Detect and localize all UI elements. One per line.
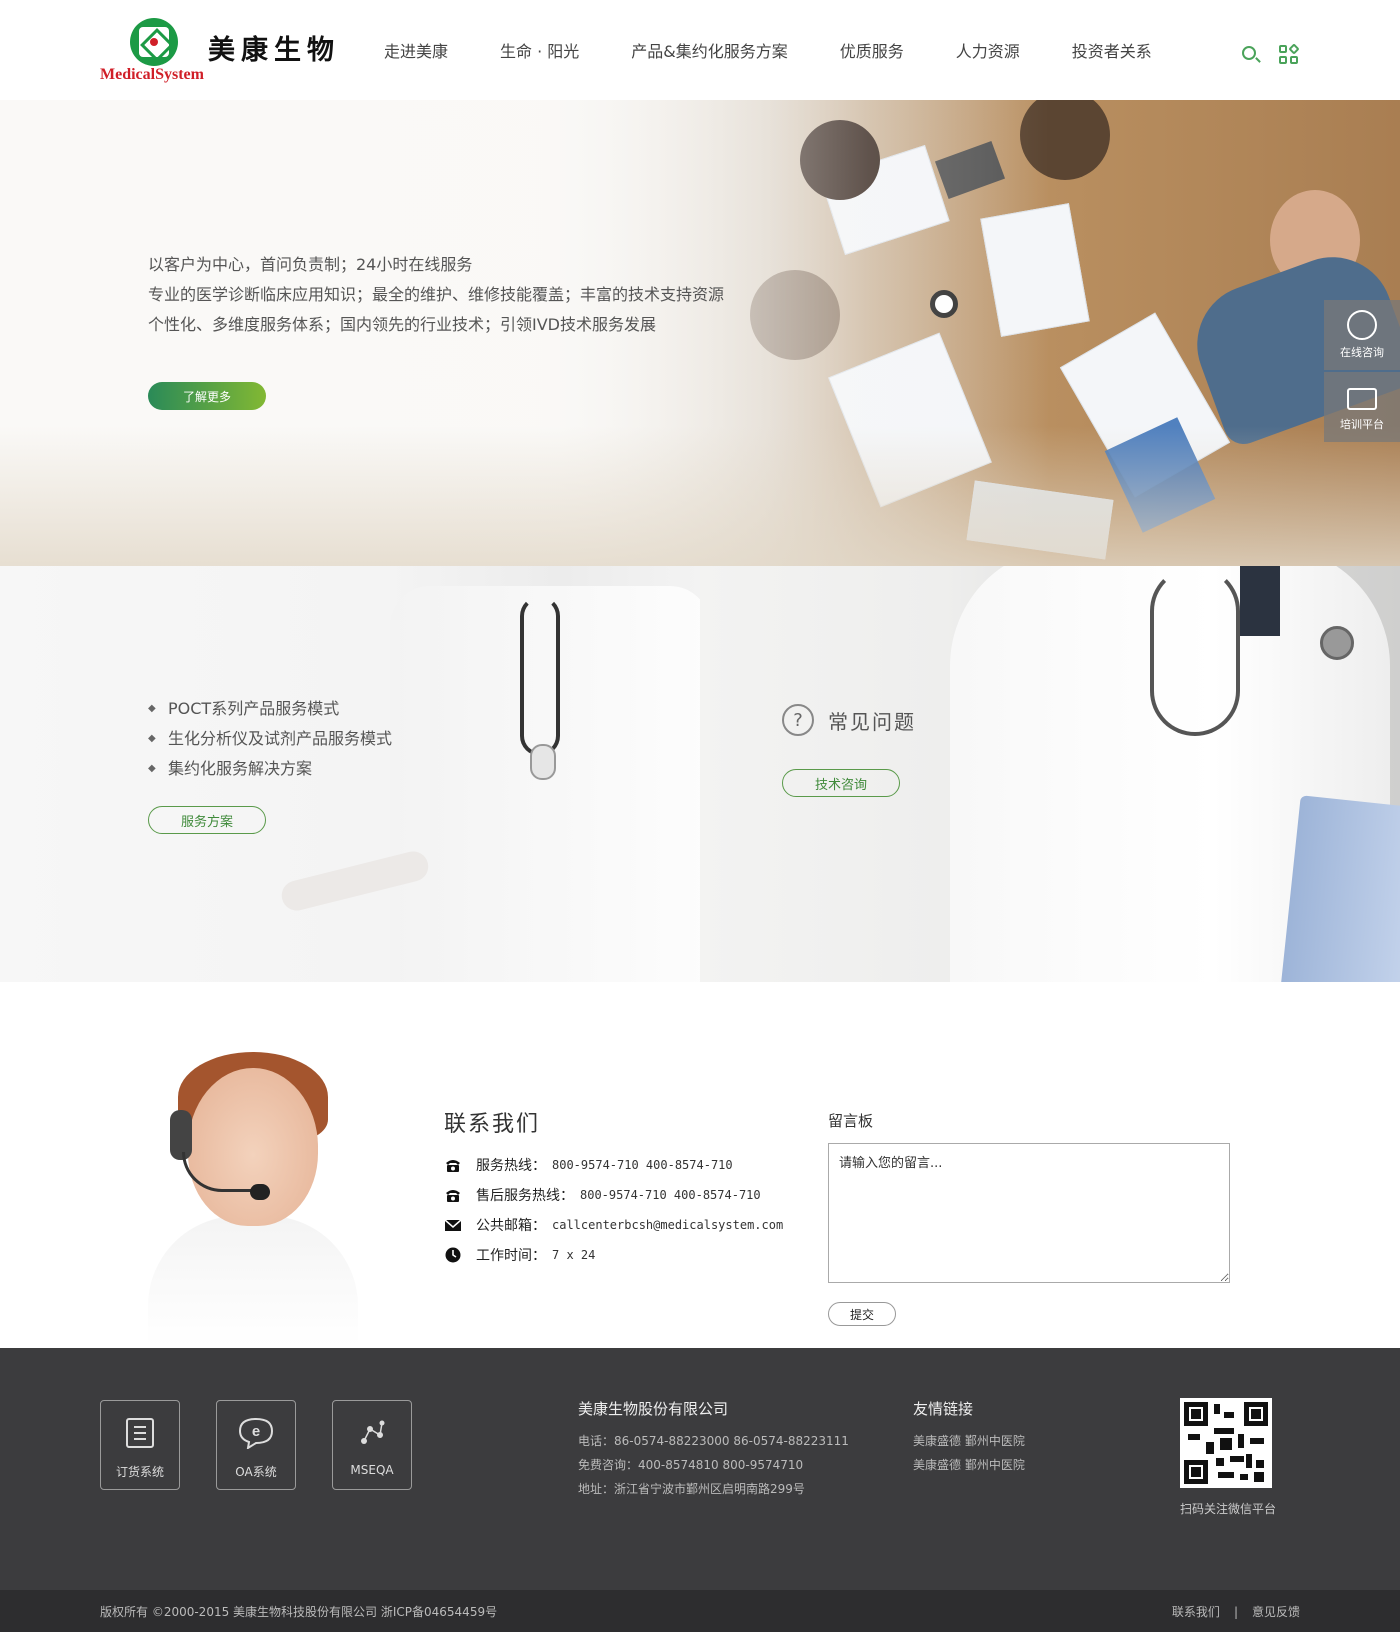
list-item[interactable]: 生化分析仪及试剂产品服务模式 [148, 724, 392, 754]
order-system-button[interactable]: 订货系统 [100, 1400, 180, 1490]
training-platform-label: 培训平台 [1340, 418, 1384, 431]
contact-row: 售后服务热线： 800-9574-710 400-8574-710 [444, 1180, 783, 1210]
learn-more-button[interactable]: 了解更多 [148, 382, 266, 410]
nav-item-products[interactable]: 产品&集约化服务方案 [631, 38, 787, 64]
site-footer: 订货系统 e OA系统 MSEQA 美康生物股份有限公司 电话：86-0574-… [0, 1348, 1400, 1590]
service-panels: POCT系列产品服务模式 生化分析仪及试剂产品服务模式 集约化服务解决方案 服务… [0, 566, 1400, 982]
message-board-title: 留言板 [828, 1112, 874, 1130]
feedback-link[interactable]: 意见反馈 [1252, 1605, 1300, 1619]
friend-links-title: 友情链接 [913, 1400, 974, 1418]
hero-text: 以客户为中心，首问负责制；24小时在线服务 专业的医学诊断临床应用知识；最全的维… [148, 250, 724, 340]
message-textarea[interactable]: 请输入您的留言... [828, 1143, 1230, 1283]
chat-icon [1347, 310, 1377, 340]
svg-text:e: e [252, 1423, 260, 1440]
logo-name-en: MedicalSystem [100, 66, 204, 83]
contact-label: 工作时间： [476, 1248, 546, 1264]
qr-caption: 扫码关注微信平台 [1180, 1502, 1277, 1516]
training-platform-button[interactable]: 培训平台 [1324, 372, 1400, 442]
site-header: 美康生物 MedicalSystem 走进美康 生命 · 阳光 产品&集约化服务… [0, 0, 1400, 100]
copyright-text: 版权所有 ©2000-2015 美康生物科技股份有限公司 浙ICP备046544… [100, 1605, 498, 1619]
friend-links: 友情链接 美康盛德 鄞州中医院 美康盛德 鄞州中医院 [913, 1398, 1025, 1477]
mail-icon [444, 1217, 462, 1233]
hero-banner: 以客户为中心，首问负责制；24小时在线服务 专业的医学诊断临床应用知识；最全的维… [0, 100, 1400, 566]
order-icon [124, 1417, 156, 1449]
faq-title: 常见问题 [828, 709, 916, 734]
hero-line: 个性化、多维度服务体系；国内领先的行业技术；引领IVD技术服务发展 [148, 315, 656, 334]
system-links: 订货系统 e OA系统 MSEQA [100, 1400, 412, 1490]
company-name: 美康生物股份有限公司 [578, 1400, 729, 1418]
copyright-bar: 版权所有 ©2000-2015 美康生物科技股份有限公司 浙ICP备046544… [0, 1590, 1400, 1632]
logo[interactable]: 美康生物 MedicalSystem [100, 18, 340, 88]
contact-value: 800-9574-710 400-8574-710 [580, 1188, 761, 1202]
contact-section: 联系我们 服务热线： 800-9574-710 400-8574-710 售后服… [0, 982, 1400, 1348]
customer-service-photo [148, 1040, 358, 1346]
network-icon [356, 1417, 388, 1449]
contact-row: 服务热线： 800-9574-710 400-8574-710 [444, 1150, 783, 1180]
submit-button[interactable]: 提交 [828, 1302, 896, 1326]
contact-info-list: 服务热线： 800-9574-710 400-8574-710 售后服务热线： … [444, 1150, 783, 1270]
contact-value: 800-9574-710 400-8574-710 [552, 1158, 733, 1172]
list-item[interactable]: POCT系列产品服务模式 [148, 694, 392, 724]
nav-item-about[interactable]: 走进美康 [384, 38, 448, 64]
header-icons [1240, 43, 1300, 66]
nav-item-service[interactable]: 优质服务 [840, 38, 904, 64]
contact-us-link[interactable]: 联系我们 [1172, 1605, 1220, 1619]
nav-item-hr[interactable]: 人力资源 [956, 38, 1020, 64]
hero-line: 以客户为中心，首问负责制；24小时在线服务 [148, 255, 473, 274]
mseqa-button[interactable]: MSEQA [332, 1400, 412, 1490]
friend-link[interactable]: 美康盛德 鄞州中医院 [913, 1453, 1025, 1477]
side-float-toolbar: 在线咨询 培训平台 [1324, 300, 1400, 444]
list-item[interactable]: 集约化服务解决方案 [148, 754, 392, 784]
online-consult-label: 在线咨询 [1340, 346, 1384, 359]
qr-code-icon [1180, 1398, 1272, 1488]
contact-row: 公共邮箱： callcenterbcsh@medicalsystem.com [444, 1210, 783, 1240]
company-phone: 电话：86-0574-88223000 86-0574-88223111 [578, 1434, 849, 1448]
service-model-list: POCT系列产品服务模式 生化分析仪及试剂产品服务模式 集约化服务解决方案 [148, 694, 392, 784]
company-info: 美康生物股份有限公司 电话：86-0574-88223000 86-0574-8… [578, 1398, 849, 1501]
contact-label: 公共邮箱： [476, 1218, 546, 1234]
wechat-qr: 扫码关注微信平台 [1180, 1398, 1277, 1517]
contact-value[interactable]: callcenterbcsh@medicalsystem.com [552, 1218, 783, 1232]
apps-icon[interactable] [1278, 43, 1300, 66]
friend-link[interactable]: 美康盛德 鄞州中医院 [913, 1429, 1025, 1453]
online-consult-button[interactable]: 在线咨询 [1324, 300, 1400, 370]
oa-icon: e [238, 1417, 274, 1451]
phone-icon [444, 1157, 462, 1173]
company-hotline: 免费咨询：400-8574810 800-9574710 [578, 1458, 804, 1472]
logo-mark-icon [130, 18, 178, 66]
main-nav: 走进美康 生命 · 阳光 产品&集约化服务方案 优质服务 人力资源 投资者关系 [384, 38, 1152, 64]
hero-line: 专业的医学诊断临床应用知识；最全的维护、维修技能覆盖；丰富的技术支持资源 [148, 285, 725, 304]
contact-label: 售后服务热线： [476, 1188, 574, 1204]
bottom-links: 联系我们 | 意见反馈 [1172, 1603, 1300, 1620]
mseqa-label: MSEQA [350, 1463, 394, 1477]
contact-label: 服务热线： [476, 1158, 546, 1174]
tech-consult-button[interactable]: 技术咨询 [782, 769, 900, 797]
faq-header: ? 常见问题 [782, 704, 916, 736]
contact-value: 7 x 24 [552, 1248, 596, 1262]
service-plan-button[interactable]: 服务方案 [148, 806, 266, 834]
company-address: 地址：浙江省宁波市鄞州区启明南路299号 [578, 1482, 805, 1496]
link-separator: | [1233, 1605, 1238, 1619]
contact-row: 工作时间： 7 x 24 [444, 1240, 783, 1270]
faq-panel: ? 常见问题 技术咨询 [700, 566, 1400, 982]
order-system-label: 订货系统 [115, 1465, 164, 1479]
training-icon [1347, 388, 1377, 410]
question-icon: ? [782, 704, 814, 736]
nav-item-investors[interactable]: 投资者关系 [1072, 38, 1152, 64]
nav-item-life[interactable]: 生命 · 阳光 [500, 38, 579, 64]
logo-name-cn: 美康生物 [208, 35, 340, 66]
search-icon[interactable] [1240, 44, 1262, 66]
service-plan-panel: POCT系列产品服务模式 生化分析仪及试剂产品服务模式 集约化服务解决方案 服务… [0, 566, 700, 982]
oa-system-button[interactable]: e OA系统 [216, 1400, 296, 1490]
contact-title: 联系我们 [444, 1112, 541, 1137]
oa-system-label: OA系统 [235, 1465, 277, 1479]
clock-icon [444, 1247, 462, 1263]
phone-icon [444, 1187, 462, 1203]
